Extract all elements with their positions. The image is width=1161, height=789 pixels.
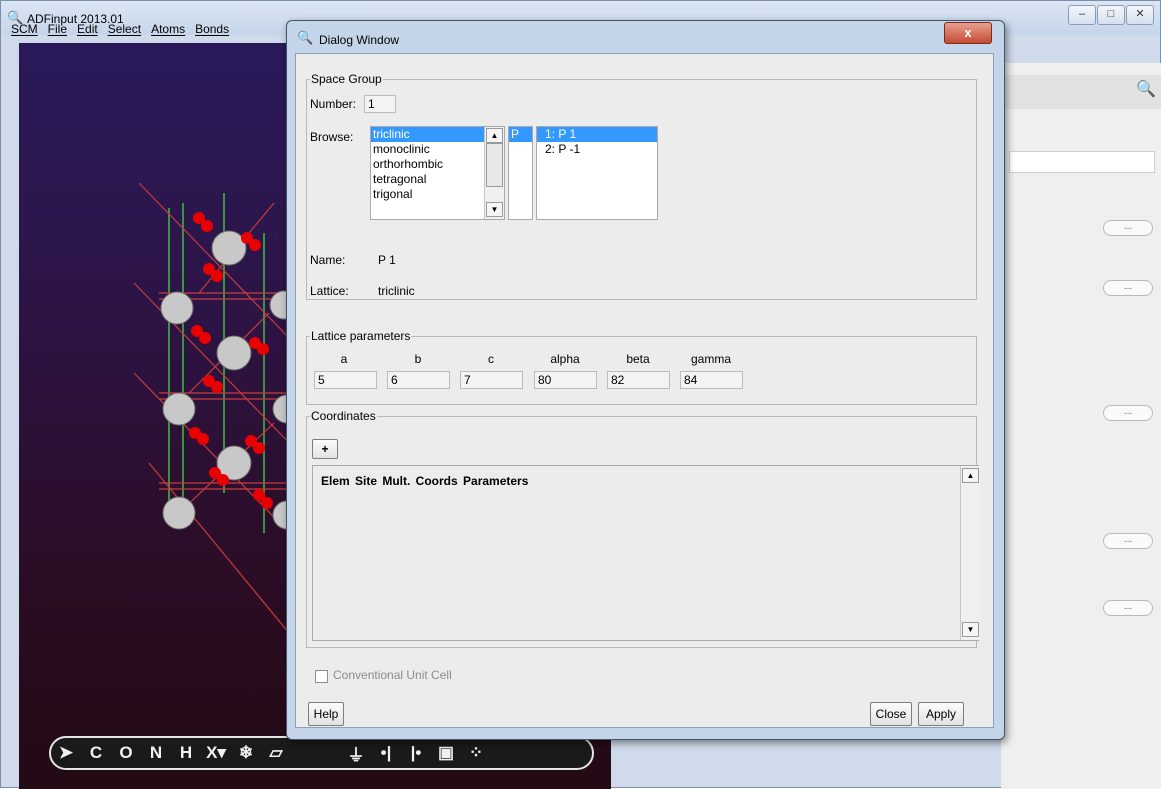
adf-app-icon: 🔍	[297, 30, 314, 45]
scroll-up-icon[interactable]: ▲	[486, 128, 503, 143]
lattice-beta-field[interactable]: 82	[607, 371, 670, 389]
carbon-tool-button[interactable]: C	[81, 743, 111, 763]
crystal-system-scrollbar[interactable]: ▲ ▼	[484, 127, 504, 219]
menubar: SCM File Edit Select Atoms Bonds	[5, 19, 229, 39]
space-group-legend: Space Group	[311, 72, 382, 86]
menu-edit[interactable]: Edit	[77, 22, 98, 36]
right-panel-header: 🔍	[1001, 75, 1161, 109]
lattice-c-field[interactable]: 7	[460, 371, 523, 389]
list-item[interactable]: 1: P 1	[537, 127, 657, 142]
scroll-down-icon[interactable]: ▼	[486, 202, 503, 217]
more-options-button[interactable]: ...	[1103, 220, 1153, 236]
pointer-tool-icon[interactable]: ➤	[51, 743, 81, 763]
maximize-button[interactable]: □	[1097, 5, 1125, 25]
coordinates-scrollbar[interactable]: ▲ ▼	[960, 466, 980, 640]
oxygen-tool-button[interactable]: O	[111, 743, 141, 763]
atom-toolbar: ➤ C O N H X▾ ❄ ▱ ⏚ •| |• ▣ ⁘	[49, 736, 594, 770]
menu-atoms[interactable]: Atoms	[151, 22, 185, 36]
close-window-button[interactable]: ✕	[1126, 5, 1154, 25]
element-menu-button[interactable]: X▾	[201, 743, 231, 763]
number-field[interactable]: 1	[364, 95, 396, 113]
lattice-header-b: b	[414, 352, 422, 366]
dialog-titlebar: 🔍 Dialog Window x	[287, 21, 1004, 53]
conventional-unit-cell-label: Conventional Unit Cell	[333, 668, 452, 682]
apply-button[interactable]: Apply	[918, 702, 964, 726]
menu-file[interactable]: File	[48, 22, 67, 36]
lattice-value: triclinic	[378, 284, 415, 298]
dialog-title: Dialog Window	[319, 33, 400, 47]
crystal-system-list[interactable]: triclinic monoclinic orthorhombic tetrag…	[370, 126, 505, 220]
right-panel: 🔍 ... ... ... ... ...	[1001, 63, 1161, 789]
search-icon[interactable]: 🔍	[1136, 79, 1156, 99]
lattice-header-a: a	[340, 352, 348, 366]
scroll-thumb[interactable]	[486, 143, 503, 187]
line-dot-tool-icon[interactable]: |•	[401, 743, 431, 763]
more-options-button[interactable]: ...	[1103, 533, 1153, 549]
scroll-down-icon[interactable]: ▼	[962, 622, 979, 637]
hydrogen-tool-button[interactable]: H	[171, 743, 201, 763]
name-label: Name:	[310, 253, 346, 267]
lattice-parameters-section: Lattice parameters	[306, 329, 977, 405]
close-button[interactable]: Close	[870, 702, 912, 726]
plane-tool-icon[interactable]: ▱	[261, 743, 291, 763]
lattice-label: Lattice:	[310, 284, 349, 298]
more-options-button[interactable]: ...	[1103, 405, 1153, 421]
menu-scm[interactable]: SCM	[11, 22, 38, 36]
space-group-list[interactable]: 1: P 1 2: P -1	[536, 126, 658, 220]
lattice-gamma-field[interactable]: 84	[680, 371, 743, 389]
menu-bonds[interactable]: Bonds	[195, 22, 229, 36]
coordinates-table-header: Elem Site Mult. Coords Parameters	[321, 474, 529, 488]
name-value: P 1	[378, 253, 396, 267]
lattice-letter-list[interactable]: P	[508, 126, 533, 220]
more-options-button[interactable]: ...	[1103, 280, 1153, 296]
menu-select[interactable]: Select	[108, 22, 141, 36]
dialog-body: Space Group Number: 1 Browse: triclinic …	[295, 53, 994, 728]
conventional-unit-cell-checkbox[interactable]	[315, 670, 328, 683]
lattice-b-field[interactable]: 6	[387, 371, 450, 389]
list-item[interactable]: 2: P -1	[537, 142, 657, 157]
grid-dots-tool-icon[interactable]: ⁘	[461, 743, 491, 763]
right-panel-field[interactable]	[1009, 151, 1155, 173]
dialog-window: 🔍 Dialog Window x Space Group Number: 1 …	[286, 20, 1005, 740]
dialog-close-icon[interactable]: x	[944, 22, 992, 44]
lattice-header-c: c	[488, 352, 494, 366]
lattice-header-gamma: gamma	[690, 352, 731, 366]
coordinates-table[interactable]: Elem Site Mult. Coords Parameters ▲ ▼	[312, 465, 980, 641]
bond-tool-icon[interactable]: ⏚	[341, 741, 371, 766]
minimize-button[interactable]: –	[1068, 5, 1096, 25]
browse-label: Browse:	[310, 130, 354, 144]
help-button[interactable]: Help	[308, 702, 344, 726]
add-coordinate-button[interactable]: +	[312, 439, 338, 459]
coordinates-section: Coordinates + Elem Site Mult. Coords Par…	[306, 409, 980, 648]
lattice-alpha-field[interactable]: 80	[534, 371, 597, 389]
scroll-up-icon[interactable]: ▲	[962, 468, 979, 483]
lattice-header-alpha: alpha	[550, 352, 580, 366]
coordinates-legend: Coordinates	[311, 409, 376, 423]
nitrogen-tool-button[interactable]: N	[141, 743, 171, 763]
frame-tool-icon[interactable]: ▣	[431, 743, 461, 763]
snowflake-tool-icon[interactable]: ❄	[231, 743, 261, 763]
lattice-header-beta: beta	[626, 352, 650, 366]
list-item[interactable]: P	[509, 127, 532, 142]
lattice-a-field[interactable]: 5	[314, 371, 377, 389]
more-options-button[interactable]: ...	[1103, 600, 1153, 616]
lattice-parameters-legend: Lattice parameters	[311, 329, 411, 343]
number-label: Number:	[310, 97, 357, 111]
dot-line-tool-icon[interactable]: •|	[371, 743, 401, 763]
